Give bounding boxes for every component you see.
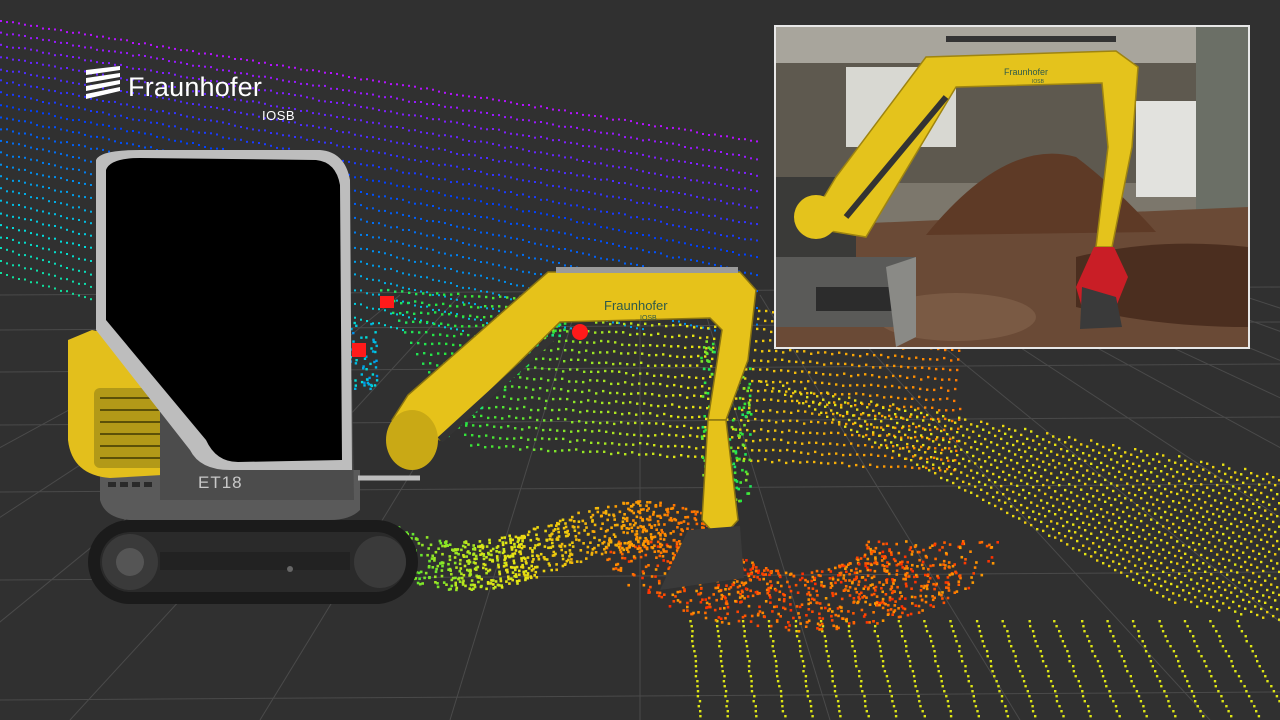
model-label: ET18 (198, 473, 243, 492)
photo-boom-sub: IOSB (1032, 79, 1045, 85)
fraunhofer-mark-icon (86, 66, 120, 99)
logo-institute: IOSB (262, 108, 296, 123)
camera-inset: Fraunhofer IOSB (774, 25, 1250, 349)
excavator-model[interactable]: ET18 Fraunhofer IOSB (68, 150, 757, 604)
fraunhofer-logo: Fraunhofer IOSB (86, 66, 306, 126)
boom-sub: IOSB (640, 315, 657, 322)
photo-boom-brand: Fraunhofer (1004, 67, 1048, 77)
logo-brand: Fraunhofer (128, 72, 263, 102)
excavator-track (88, 520, 418, 604)
boom-brand: Fraunhofer (604, 298, 668, 313)
excavator-boom (390, 271, 757, 441)
